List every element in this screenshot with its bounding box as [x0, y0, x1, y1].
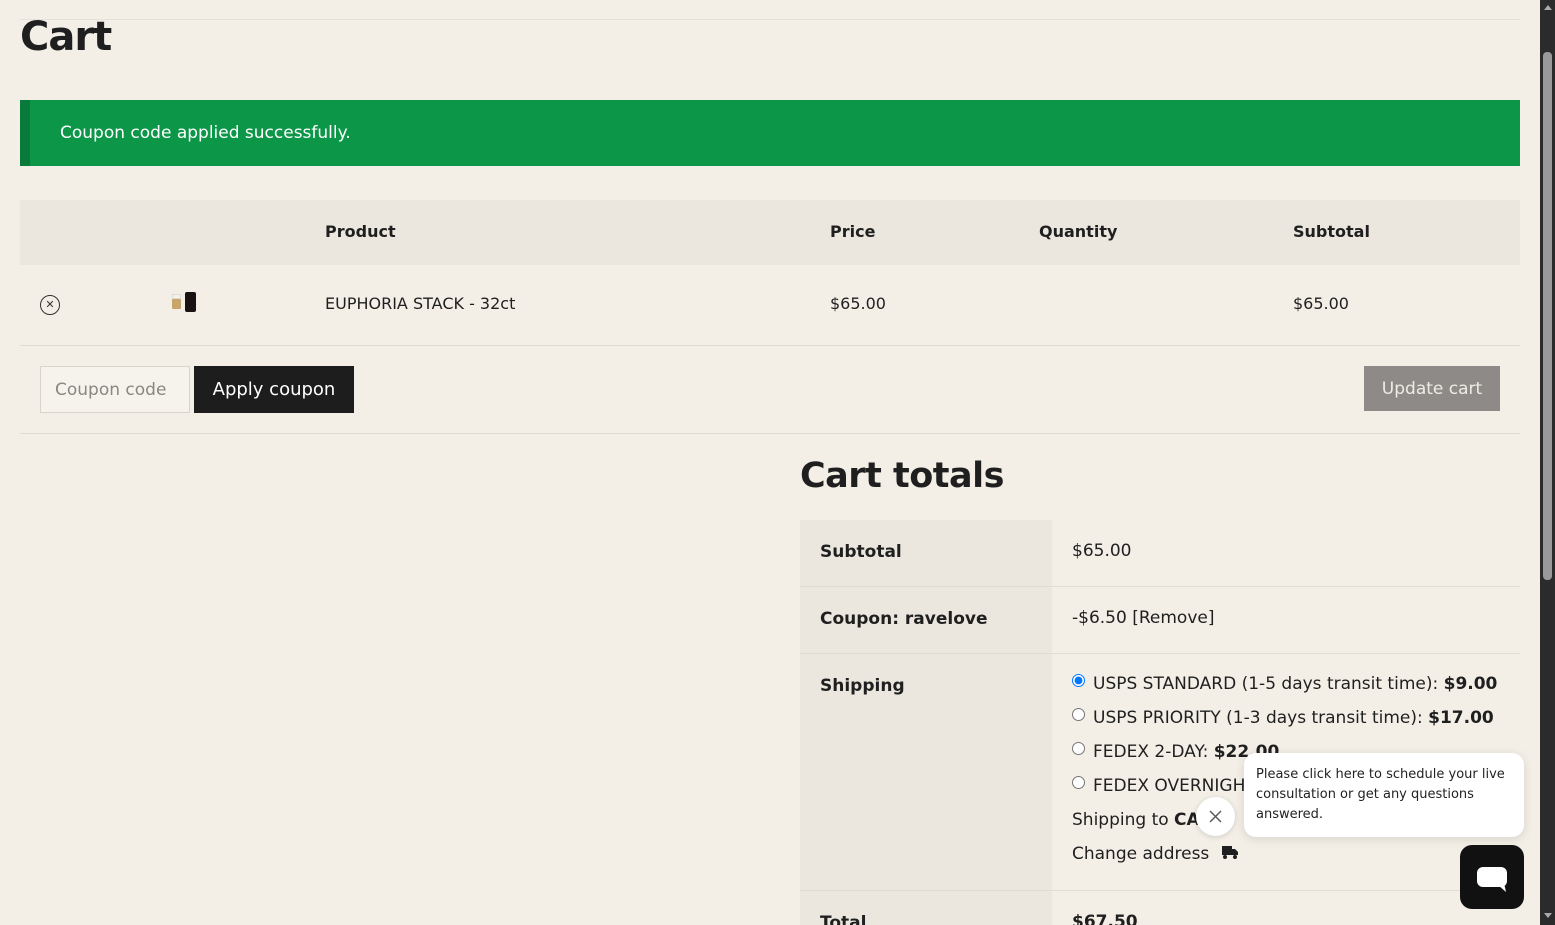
cart-totals-title: Cart totals — [800, 456, 1004, 496]
coupon-label: Coupon: ravelove — [820, 609, 988, 629]
product-price: $65.00 — [830, 294, 886, 313]
scrollbar-thumb[interactable] — [1543, 52, 1552, 580]
table-row: ✕ EUPHORIA STACK - 32ct $65.00 $65.00 — [20, 265, 1520, 346]
product-subtotal: $65.00 — [1293, 294, 1349, 313]
cart-page: Cart Coupon code applied successfully. P… — [0, 0, 1540, 925]
coupon-code-input[interactable] — [40, 366, 190, 413]
close-icon[interactable] — [1196, 797, 1235, 836]
total-value: $67.50 — [1072, 912, 1138, 925]
totals-row-subtotal: Subtotal $65.00 — [800, 520, 1520, 587]
product-name-link[interactable]: EUPHORIA STACK - 32ct — [325, 294, 515, 313]
header-quantity: Quantity — [1039, 222, 1118, 241]
cart-actions: Apply coupon Update cart — [20, 346, 1520, 434]
shipping-option-usps-standard[interactable]: USPS STANDARD (1-5 days transit time): $… — [1072, 674, 1497, 694]
totals-row-coupon: Coupon: ravelove -$6.50 [Remove] — [800, 587, 1520, 654]
subtotal-value: $65.00 — [1072, 541, 1132, 561]
scroll-down-arrow-icon[interactable] — [1544, 913, 1552, 918]
chat-launcher-button[interactable] — [1460, 845, 1524, 909]
shipping-label: Shipping — [820, 676, 905, 696]
cart-totals-table: Subtotal $65.00 Coupon: ravelove -$6.50 … — [800, 520, 1520, 925]
shipping-radio[interactable] — [1072, 708, 1085, 721]
shipping-radio[interactable] — [1072, 776, 1085, 789]
change-address-link[interactable]: Change address — [1072, 844, 1239, 864]
chat-prompt-bubble[interactable]: Please click here to schedule your live … — [1244, 753, 1524, 837]
top-divider — [20, 19, 1520, 20]
chat-bubble-icon — [1477, 867, 1507, 892]
page-scrollbar[interactable] — [1540, 0, 1555, 925]
coupon-remove-link[interactable]: [Remove] — [1132, 608, 1214, 628]
header-price: Price — [830, 222, 876, 241]
cart-table: Product Price Quantity Subtotal ✕ EUPHOR… — [20, 200, 1520, 434]
remove-circle-x-icon[interactable]: ✕ — [40, 295, 60, 315]
table-header: Product Price Quantity Subtotal — [20, 200, 1520, 265]
product-thumbnail[interactable] — [170, 289, 202, 315]
apply-coupon-button[interactable]: Apply coupon — [194, 366, 354, 413]
total-label: Total — [820, 913, 867, 925]
success-notice: Coupon code applied successfully. — [20, 100, 1520, 166]
shipping-radio[interactable] — [1072, 742, 1085, 755]
update-cart-button[interactable]: Update cart — [1364, 366, 1500, 411]
shipping-destination: Shipping to CA — [1072, 810, 1200, 830]
page-title: Cart — [20, 14, 112, 60]
subtotal-label: Subtotal — [820, 542, 902, 562]
shipping-option-usps-priority[interactable]: USPS PRIORITY (1-3 days transit time): $… — [1072, 708, 1494, 728]
header-product: Product — [325, 222, 396, 241]
shipping-radio[interactable] — [1072, 674, 1085, 687]
truck-icon — [1221, 846, 1238, 859]
totals-row-total: Total $67.50 — [800, 891, 1520, 925]
header-subtotal: Subtotal — [1293, 222, 1370, 241]
coupon-discount-value: -$6.50 — [1072, 608, 1127, 628]
shipping-option-fedex-overnight[interactable]: FEDEX OVERNIGHT: — [1072, 776, 1260, 796]
scroll-up-arrow-icon[interactable] — [1544, 5, 1552, 10]
